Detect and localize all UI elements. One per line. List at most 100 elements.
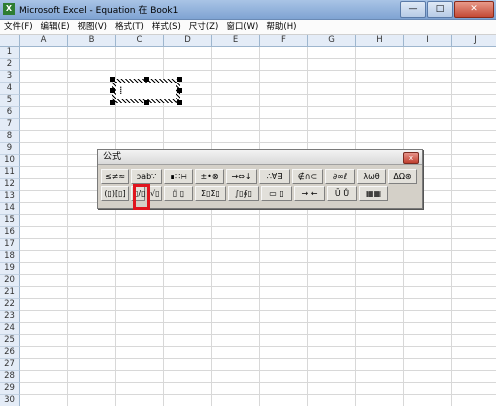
- labeled-arrow-templates-button[interactable]: → ←: [294, 186, 325, 201]
- resize-handle-sw[interactable]: [110, 100, 115, 105]
- fence-templates-button[interactable]: (▯)[▯]: [101, 186, 129, 201]
- row-header[interactable]: 9: [0, 143, 20, 155]
- window-title: Microsoft Excel - Equation 在 Book1: [19, 6, 179, 16]
- matrix-templates-button[interactable]: ▦▦: [359, 186, 388, 201]
- row-header[interactable]: 29: [0, 383, 20, 395]
- row-header[interactable]: 6: [0, 107, 20, 119]
- menu-help[interactable]: 帮助(H): [262, 20, 300, 34]
- greek-uppercase-button[interactable]: ΔΩ⊛: [388, 169, 417, 184]
- row-header[interactable]: 7: [0, 119, 20, 131]
- column-header[interactable]: G: [308, 35, 356, 47]
- integral-templates-button[interactable]: ∫▯∮▯: [228, 186, 259, 201]
- menu-window[interactable]: 窗口(W): [222, 20, 262, 34]
- row-header[interactable]: 5: [0, 95, 20, 107]
- row-header[interactable]: 17: [0, 239, 20, 251]
- row-header[interactable]: 21: [0, 287, 20, 299]
- resize-handle-e[interactable]: [177, 88, 182, 93]
- misc-symbols-button[interactable]: ∂∞ℓ: [325, 169, 355, 184]
- menu-style[interactable]: 样式(S): [148, 20, 185, 34]
- row-header[interactable]: 13: [0, 191, 20, 203]
- products-templates-button[interactable]: Ū Ů: [327, 186, 357, 201]
- grid-row-line: [20, 358, 496, 359]
- logical-symbols-button[interactable]: ∴∀∃: [259, 169, 290, 184]
- row-header[interactable]: 12: [0, 179, 20, 191]
- grid-row-line: [20, 346, 496, 347]
- row-header[interactable]: 20: [0, 275, 20, 287]
- grid-row-line: [20, 118, 496, 119]
- menu-file[interactable]: 文件(F): [0, 20, 37, 34]
- column-header[interactable]: F: [260, 35, 308, 47]
- row-header[interactable]: 2: [0, 59, 20, 71]
- row-header[interactable]: 3: [0, 71, 20, 83]
- spreadsheet-grid[interactable]: A B C D E F G H I J 1 2 3 4 5 6 7 8 9 10 11 12 13 14 15 16 17 18 19 2…: [0, 35, 496, 406]
- row-header[interactable]: 25: [0, 335, 20, 347]
- subscript-templates-button[interactable]: ▯̈ ▯̱: [164, 186, 193, 201]
- row-header[interactable]: 4: [0, 83, 20, 95]
- palette-close-button[interactable]: x: [403, 152, 419, 164]
- resize-handle-n[interactable]: [144, 77, 149, 82]
- row-header[interactable]: 30: [0, 395, 20, 406]
- column-header[interactable]: C: [116, 35, 164, 47]
- row-header[interactable]: 19: [0, 263, 20, 275]
- column-header[interactable]: H: [356, 35, 404, 47]
- maximize-button[interactable]: □: [427, 1, 453, 18]
- highlight-box: [133, 184, 150, 210]
- row-header[interactable]: 15: [0, 215, 20, 227]
- set-theory-symbols-button[interactable]: ∉∩⊂: [292, 169, 323, 184]
- operator-symbols-button[interactable]: ±•⊗: [195, 169, 224, 184]
- menu-edit[interactable]: 编辑(E): [37, 20, 74, 34]
- excel-app-icon: X: [3, 3, 15, 15]
- grid-row-line: [20, 94, 496, 95]
- close-button[interactable]: ✕: [454, 1, 494, 18]
- row-header[interactable]: 18: [0, 251, 20, 263]
- resize-handle-nw[interactable]: [110, 77, 115, 82]
- row-header[interactable]: 22: [0, 299, 20, 311]
- column-header[interactable]: A: [20, 35, 68, 47]
- resize-handle-se[interactable]: [177, 100, 182, 105]
- select-all-corner[interactable]: [0, 35, 20, 47]
- grid-row-line: [20, 310, 496, 311]
- column-header[interactable]: J: [452, 35, 496, 47]
- resize-handle-ne[interactable]: [177, 77, 182, 82]
- column-header[interactable]: D: [164, 35, 212, 47]
- spaces-ellipses-button[interactable]: ↄab∵: [131, 169, 162, 184]
- row-header[interactable]: 1: [0, 47, 20, 59]
- grid-row-line: [20, 250, 496, 251]
- grid-row-line: [20, 334, 496, 335]
- menu-format[interactable]: 格式(T): [111, 20, 148, 34]
- equation-edit-area[interactable]: ⁞: [116, 83, 176, 99]
- resize-handle-s[interactable]: [144, 100, 149, 105]
- column-header[interactable]: I: [404, 35, 452, 47]
- summation-templates-button[interactable]: Σ▯Σ▯: [195, 186, 226, 201]
- row-header[interactable]: 14: [0, 203, 20, 215]
- row-header[interactable]: 28: [0, 371, 20, 383]
- resize-handle-w[interactable]: [110, 88, 115, 93]
- column-header[interactable]: B: [68, 35, 116, 47]
- row-header[interactable]: 23: [0, 311, 20, 323]
- row-header[interactable]: 10: [0, 155, 20, 167]
- relational-symbols-button[interactable]: ≤≠≈: [101, 169, 129, 184]
- column-header[interactable]: E: [212, 35, 260, 47]
- grid-row-line: [20, 274, 496, 275]
- grid-row-line: [20, 298, 496, 299]
- bar-templates-button[interactable]: ▭ ▯: [261, 186, 292, 201]
- row-header[interactable]: 8: [0, 131, 20, 143]
- greek-lowercase-button[interactable]: λωθ: [357, 169, 386, 184]
- row-header[interactable]: 16: [0, 227, 20, 239]
- grid-row-line: [20, 262, 496, 263]
- row-header[interactable]: 24: [0, 323, 20, 335]
- arrow-symbols-button[interactable]: →⇔↓: [226, 169, 257, 184]
- grid-row-line: [20, 286, 496, 287]
- row-header[interactable]: 11: [0, 167, 20, 179]
- palette-title: 公式: [103, 152, 122, 162]
- grid-row-line: [20, 226, 496, 227]
- grid-row-line: [20, 130, 496, 131]
- title-bar: X Microsoft Excel - Equation 在 Book1 — □…: [0, 0, 496, 20]
- menu-view[interactable]: 视图(V): [74, 20, 111, 34]
- palette-title-bar[interactable]: 公式 x: [98, 150, 422, 165]
- minimize-button[interactable]: —: [400, 1, 426, 18]
- row-header[interactable]: 26: [0, 347, 20, 359]
- row-header[interactable]: 27: [0, 359, 20, 371]
- menu-size[interactable]: 尺寸(Z): [185, 20, 222, 34]
- embellishments-button[interactable]: ∎∷∺: [164, 169, 193, 184]
